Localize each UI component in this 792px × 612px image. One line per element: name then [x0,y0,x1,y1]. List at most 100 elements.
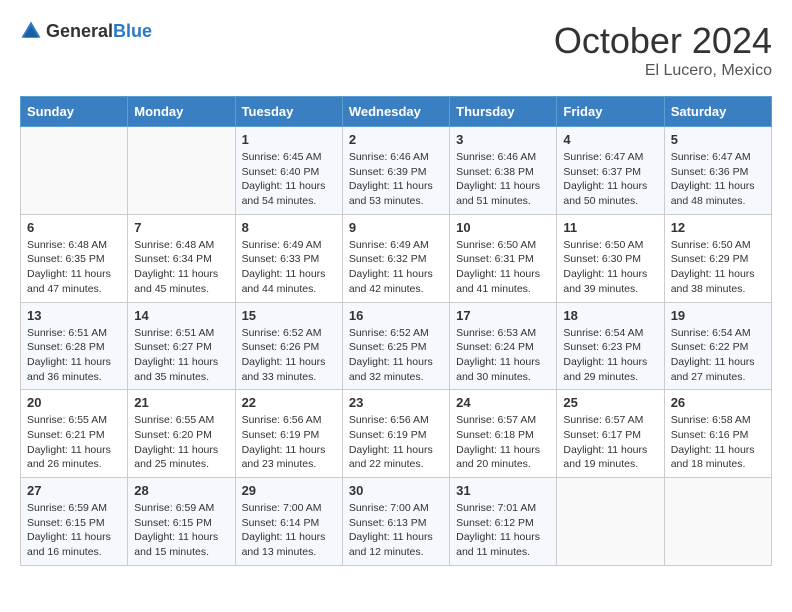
calendar-week-row: 6 Sunrise: 6:48 AM Sunset: 6:35 PM Daylig… [21,214,772,302]
day-info: Sunrise: 6:56 AM Sunset: 6:19 PM Dayligh… [242,413,336,472]
calendar-body: 1Sunrise: 6:45 AM Sunset: 6:40 PM Daylig… [21,127,772,566]
day-number: 6 [27,220,121,235]
calendar-week-row: 27 Sunrise: 6:59 AM Sunset: 6:15 PM Dayli… [21,478,772,566]
page-header: GeneralBlue October 2024 El Lucero, Mexi… [20,20,772,80]
day-info: Sunrise: 6:51 AM Sunset: 6:27 PM Dayligh… [134,326,228,385]
calendar-cell: 15Sunrise: 6:52 AM Sunset: 6:26 PM Dayli… [235,302,342,390]
calendar-week-row: 1Sunrise: 6:45 AM Sunset: 6:40 PM Daylig… [21,127,772,215]
calendar-week-row: 20Sunrise: 6:55 AM Sunset: 6:21 PM Dayli… [21,390,772,478]
calendar-cell [21,127,128,215]
day-info: Sunrise: 6:46 AM Sunset: 6:39 PM Dayligh… [349,150,443,209]
day-info: Sunrise: 6:57 AM Sunset: 6:17 PM Dayligh… [563,413,657,472]
day-info: Sunrise: 7:00 AM Sunset: 6:13 PM Dayligh… [349,501,443,560]
calendar-cell: 17 Sunrise: 6:53 AM Sunset: 6:24 PM Dayli… [450,302,557,390]
day-number: 30 [349,483,443,498]
day-info: Sunrise: 6:50 AM Sunset: 6:30 PM Dayligh… [563,238,657,297]
day-info: Sunrise: 7:00 AM Sunset: 6:14 PM Dayligh… [242,501,336,560]
calendar-cell: 11 Sunrise: 6:50 AM Sunset: 6:30 PM Dayli… [557,214,664,302]
calendar-cell: 12 Sunrise: 6:50 AM Sunset: 6:29 PM Dayli… [664,214,771,302]
day-info: Sunrise: 6:46 AM Sunset: 6:38 PM Dayligh… [456,150,550,209]
logo-text-blue: Blue [113,21,152,41]
calendar-cell: 9 Sunrise: 6:49 AM Sunset: 6:32 PM Daylig… [342,214,449,302]
calendar-cell [664,478,771,566]
day-number: 18 [563,308,657,323]
day-number: 9 [349,220,443,235]
day-number: 12 [671,220,765,235]
day-number: 23 [349,395,443,410]
day-info: Sunrise: 6:52 AM Sunset: 6:26 PM Dayligh… [242,326,336,385]
calendar-cell: 26Sunrise: 6:58 AM Sunset: 6:16 PM Dayli… [664,390,771,478]
day-number: 20 [27,395,121,410]
day-number: 2 [349,132,443,147]
day-number: 14 [134,308,228,323]
day-number: 28 [134,483,228,498]
day-info: Sunrise: 6:45 AM Sunset: 6:40 PM Dayligh… [242,150,336,209]
day-info: Sunrise: 6:56 AM Sunset: 6:19 PM Dayligh… [349,413,443,472]
weekday-header-monday: Monday [128,97,235,127]
calendar-cell: 6 Sunrise: 6:48 AM Sunset: 6:35 PM Daylig… [21,214,128,302]
day-number: 3 [456,132,550,147]
day-number: 19 [671,308,765,323]
weekday-header-sunday: Sunday [21,97,128,127]
day-info: Sunrise: 6:54 AM Sunset: 6:22 PM Dayligh… [671,326,765,385]
day-number: 16 [349,308,443,323]
day-info: Sunrise: 6:59 AM Sunset: 6:15 PM Dayligh… [27,501,121,560]
weekday-header-tuesday: Tuesday [235,97,342,127]
calendar-cell: 16Sunrise: 6:52 AM Sunset: 6:25 PM Dayli… [342,302,449,390]
day-number: 22 [242,395,336,410]
day-number: 31 [456,483,550,498]
calendar-cell [128,127,235,215]
day-number: 26 [671,395,765,410]
day-number: 17 [456,308,550,323]
location-title: El Lucero, Mexico [554,62,772,80]
calendar-cell: 14 Sunrise: 6:51 AM Sunset: 6:27 PM Dayli… [128,302,235,390]
day-number: 13 [27,308,121,323]
calendar-cell: 27 Sunrise: 6:59 AM Sunset: 6:15 PM Dayli… [21,478,128,566]
calendar-cell: 25Sunrise: 6:57 AM Sunset: 6:17 PM Dayli… [557,390,664,478]
calendar-cell: 1Sunrise: 6:45 AM Sunset: 6:40 PM Daylig… [235,127,342,215]
weekday-header-saturday: Saturday [664,97,771,127]
calendar-header: SundayMondayTuesdayWednesdayThursdayFrid… [21,97,772,127]
day-info: Sunrise: 6:55 AM Sunset: 6:20 PM Dayligh… [134,413,228,472]
day-number: 29 [242,483,336,498]
day-info: Sunrise: 6:50 AM Sunset: 6:29 PM Dayligh… [671,238,765,297]
calendar-cell: 10Sunrise: 6:50 AM Sunset: 6:31 PM Dayli… [450,214,557,302]
day-info: Sunrise: 6:47 AM Sunset: 6:37 PM Dayligh… [563,150,657,209]
weekday-header-row: SundayMondayTuesdayWednesdayThursdayFrid… [21,97,772,127]
day-info: Sunrise: 6:50 AM Sunset: 6:31 PM Dayligh… [456,238,550,297]
day-number: 24 [456,395,550,410]
day-info: Sunrise: 6:48 AM Sunset: 6:34 PM Dayligh… [134,238,228,297]
day-info: Sunrise: 6:54 AM Sunset: 6:23 PM Dayligh… [563,326,657,385]
day-info: Sunrise: 6:49 AM Sunset: 6:32 PM Dayligh… [349,238,443,297]
day-number: 11 [563,220,657,235]
calendar-cell: 30 Sunrise: 7:00 AM Sunset: 6:13 PM Dayli… [342,478,449,566]
day-number: 21 [134,395,228,410]
calendar-cell: 22 Sunrise: 6:56 AM Sunset: 6:19 PM Dayli… [235,390,342,478]
calendar-cell: 19 Sunrise: 6:54 AM Sunset: 6:22 PM Dayli… [664,302,771,390]
day-info: Sunrise: 6:47 AM Sunset: 6:36 PM Dayligh… [671,150,765,209]
calendar-cell: 28Sunrise: 6:59 AM Sunset: 6:15 PM Dayli… [128,478,235,566]
calendar-cell: 5 Sunrise: 6:47 AM Sunset: 6:36 PM Daylig… [664,127,771,215]
calendar-cell: 2 Sunrise: 6:46 AM Sunset: 6:39 PM Daylig… [342,127,449,215]
calendar-week-row: 13 Sunrise: 6:51 AM Sunset: 6:28 PM Dayli… [21,302,772,390]
weekday-header-thursday: Thursday [450,97,557,127]
calendar-cell: 13 Sunrise: 6:51 AM Sunset: 6:28 PM Dayli… [21,302,128,390]
logo-text-general: General [46,21,113,41]
day-info: Sunrise: 6:48 AM Sunset: 6:35 PM Dayligh… [27,238,121,297]
logo: GeneralBlue [20,20,152,42]
weekday-header-wednesday: Wednesday [342,97,449,127]
day-number: 27 [27,483,121,498]
day-info: Sunrise: 6:57 AM Sunset: 6:18 PM Dayligh… [456,413,550,472]
calendar-cell: 3 Sunrise: 6:46 AM Sunset: 6:38 PM Daylig… [450,127,557,215]
calendar-cell [557,478,664,566]
calendar-cell: 4Sunrise: 6:47 AM Sunset: 6:37 PM Daylig… [557,127,664,215]
calendar-cell: 20Sunrise: 6:55 AM Sunset: 6:21 PM Dayli… [21,390,128,478]
calendar-cell: 8Sunrise: 6:49 AM Sunset: 6:33 PM Daylig… [235,214,342,302]
day-number: 5 [671,132,765,147]
day-info: Sunrise: 6:51 AM Sunset: 6:28 PM Dayligh… [27,326,121,385]
calendar-cell: 18 Sunrise: 6:54 AM Sunset: 6:23 PM Dayli… [557,302,664,390]
weekday-header-friday: Friday [557,97,664,127]
day-info: Sunrise: 6:53 AM Sunset: 6:24 PM Dayligh… [456,326,550,385]
calendar-cell: 21 Sunrise: 6:55 AM Sunset: 6:20 PM Dayli… [128,390,235,478]
day-info: Sunrise: 7:01 AM Sunset: 6:12 PM Dayligh… [456,501,550,560]
